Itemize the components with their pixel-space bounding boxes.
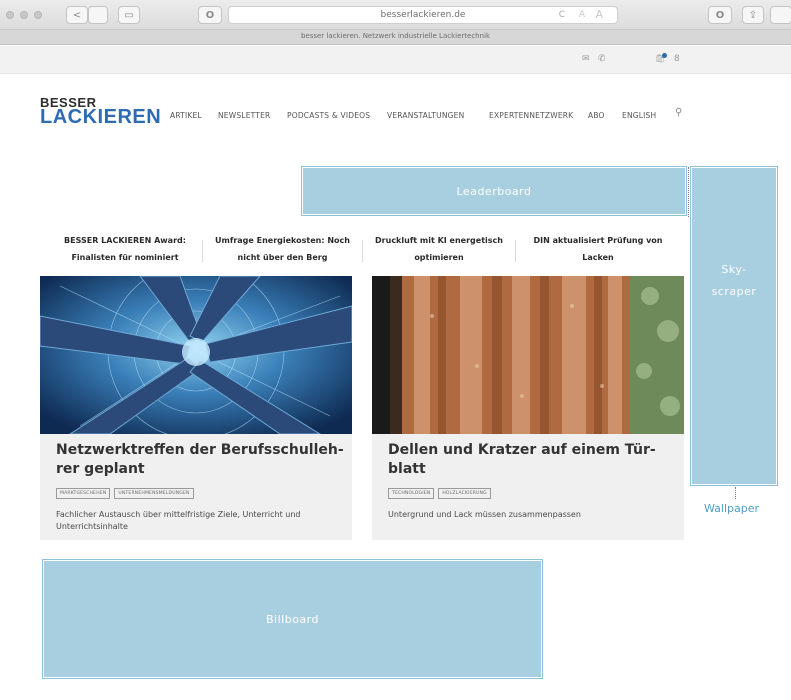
- shield-icon: O: [205, 9, 215, 21]
- ticker-item-award[interactable]: BESSER LACKIEREN Award: Finalisten für n…: [50, 232, 200, 266]
- phone-icon[interactable]: ✆: [598, 54, 606, 64]
- utility-bar: ✉ ✆ 🛍 8: [0, 46, 791, 74]
- tag-marktgeschehen[interactable]: MARKTGESCHEHEN: [56, 488, 111, 499]
- ticker-divider: [202, 240, 203, 262]
- extension-button[interactable]: O: [708, 6, 732, 24]
- wallpaper-edge-guide: [688, 167, 689, 217]
- article-description: Fachlicher Austausch über mittelfristige…: [56, 509, 346, 533]
- skyscraper-label-line2: scraper: [711, 285, 757, 298]
- article-description-line: Untergrund und Lack müssen zusammenpasse…: [388, 510, 581, 519]
- tabs-button[interactable]: [770, 6, 791, 24]
- mail-icon[interactable]: ✉: [582, 54, 590, 64]
- ticker-item-din[interactable]: DIN aktualisiert Prüfung von Lacken: [518, 232, 678, 266]
- wallpaper-label: Wallpaper: [704, 502, 760, 515]
- skyscraper-label-line1: Sky-: [721, 263, 747, 276]
- article-description-line: Fachlicher Austausch über mittelfristige…: [56, 510, 301, 519]
- forward-button[interactable]: [88, 6, 108, 24]
- ticker-line: optimieren: [414, 253, 464, 262]
- sidebar-toggle-button[interactable]: ▭: [118, 6, 140, 24]
- ticker-line: DIN aktualisiert Prüfung von: [533, 236, 663, 245]
- billboard-label: Billboard: [266, 612, 319, 626]
- article-title-line: blatt: [388, 461, 426, 477]
- tab-bar: besser lackieren. Netzwerk industrielle …: [0, 30, 791, 45]
- logo-line-lackieren[interactable]: LACKIEREN: [40, 106, 161, 129]
- extension-icon: O: [715, 9, 725, 21]
- ticker-line: Druckluft mit KI energetisch: [375, 236, 503, 245]
- nav-item-veranstaltungen[interactable]: VERANSTALTUNGEN: [387, 111, 464, 120]
- article-title-line: rer geplant: [56, 461, 145, 477]
- nav-item-podcasts-videos[interactable]: PODCASTS & VIDEOS: [287, 111, 370, 120]
- ticker-line: Finalisten für nominiert: [71, 253, 179, 262]
- tag-unternehmensmeldungen[interactable]: UNTERNEHMENSMELDUNGEN: [114, 488, 194, 499]
- leaderboard-label: Leaderboard: [456, 184, 532, 198]
- article-card[interactable]: Dellen und Kratzer auf einem Tür- blatt …: [372, 276, 684, 540]
- nav-item-abo[interactable]: ABO: [588, 111, 605, 120]
- tag-technologien[interactable]: TECHNOLOGIEN: [388, 488, 435, 499]
- ticker-line: Umfrage Energiekosten: Noch: [215, 236, 350, 245]
- article-title-line: Dellen und Kratzer auf einem Tür-: [388, 442, 656, 458]
- nav-item-english[interactable]: ENGLISH: [622, 111, 656, 120]
- article-description: Untergrund und Lack müssen zusammenpasse…: [388, 509, 678, 521]
- window-close-button[interactable]: [6, 11, 14, 19]
- billboard-ad: Billboard: [42, 559, 543, 679]
- window-minimize-button[interactable]: [20, 11, 28, 19]
- tag-holzlackierung[interactable]: HOLZLACKIERUNG: [438, 488, 491, 499]
- window-zoom-button[interactable]: [34, 11, 42, 19]
- browser-toolbar: < ▭ O besserlackieren.de C A A O ⇪: [0, 0, 791, 30]
- nav-item-newsletter[interactable]: NEWSLETTER: [218, 111, 270, 120]
- ticker-item-energiekosten[interactable]: Umfrage Energiekosten: Noch nicht über d…: [205, 232, 360, 266]
- cart-badge: [662, 53, 667, 58]
- reader-large-icon[interactable]: A: [595, 8, 603, 21]
- skyscraper-ad: Sky- scraper: [690, 166, 778, 486]
- ticker-divider: [515, 240, 516, 262]
- search-icon[interactable]: ⚲: [675, 107, 682, 118]
- article-card[interactable]: Netzwerktreffen der Berufsschulleh- rer …: [40, 276, 352, 540]
- ticker-divider: [362, 240, 363, 262]
- share-button[interactable]: ⇪: [742, 6, 764, 24]
- address-bar[interactable]: besserlackieren.de C A A: [228, 6, 618, 24]
- ticker-line: nicht über den Berg: [237, 253, 328, 262]
- reload-icon[interactable]: C: [559, 10, 565, 20]
- nav-item-artikel[interactable]: ARTIKEL: [170, 111, 202, 120]
- article-title[interactable]: Netzwerktreffen der Berufsschulleh- rer …: [56, 441, 346, 479]
- nav-item-expertennetzwerk[interactable]: EXPERTENNETZWERK: [489, 111, 573, 120]
- leaderboard-ad: Leaderboard: [301, 166, 687, 216]
- ticker-item-druckluft[interactable]: Druckluft mit KI energetisch optimieren: [368, 232, 510, 266]
- article-image-door-panel[interactable]: [372, 276, 684, 434]
- active-tab-title[interactable]: besser lackieren. Netzwerk industrielle …: [0, 32, 791, 40]
- reader-small-icon[interactable]: A: [579, 10, 585, 20]
- privacy-shield-button[interactable]: O: [198, 6, 222, 24]
- article-title-line: Netzwerktreffen der Berufsschulleh-: [56, 442, 344, 458]
- share-icon: ⇪: [748, 9, 758, 21]
- back-button[interactable]: <: [66, 6, 88, 24]
- back-icon: <: [72, 9, 82, 21]
- user-icon[interactable]: 8: [674, 54, 680, 64]
- article-description-line: Unterrichtsinhalte: [56, 522, 128, 531]
- article-title[interactable]: Dellen und Kratzer auf einem Tür- blatt: [388, 441, 678, 479]
- sidebar-icon: ▭: [124, 9, 134, 21]
- ticker-line: BESSER LACKIEREN Award:: [64, 236, 186, 245]
- article-image-hands[interactable]: [40, 276, 352, 434]
- article-tags: TECHNOLOGIEN HOLZLACKIERUNG: [388, 488, 491, 499]
- article-tags: MARKTGESCHEHEN UNTERNEHMENSMELDUNGEN: [56, 488, 194, 499]
- ticker-line: Lacken: [582, 253, 614, 262]
- wallpaper-pointer: [735, 487, 736, 499]
